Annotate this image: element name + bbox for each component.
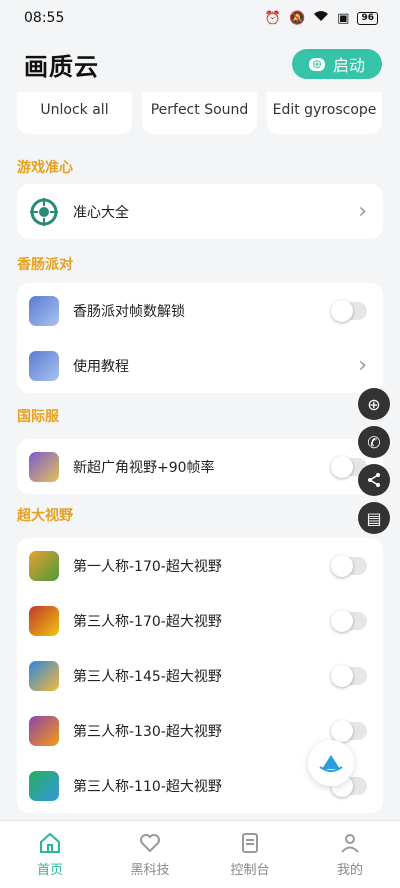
game-avatar-icon [29, 715, 59, 746]
feature-row: Unlock all Perfect Sound Edit gyroscope [0, 92, 400, 134]
screen-icon: ▣ [337, 10, 350, 26]
crosshair-icon [29, 197, 59, 227]
card-crosshair: 准心大全 › [17, 184, 383, 239]
tab-mine[interactable]: 我的 [300, 821, 400, 888]
wifi-icon [313, 10, 329, 26]
section-title-crosshair: 游戏准心 [17, 160, 73, 176]
game-avatar-icon [29, 550, 59, 581]
feature-edit-gyroscope[interactable]: Edit gyroscope [267, 92, 382, 134]
game-avatar-icon [29, 605, 59, 636]
section-title-international: 国际服 [17, 409, 59, 425]
main-content[interactable]: Unlock all Perfect Sound Edit gyroscope … [0, 92, 400, 820]
app-title: 画质云 [24, 52, 99, 81]
tab-label: 首页 [36, 863, 63, 878]
row-fov-1[interactable]: 第一人称-170-超大视野 [17, 538, 383, 593]
user-icon [341, 834, 359, 853]
row-label: 使用教程 [73, 358, 129, 375]
section-title-wide-view: 超大视野 [17, 508, 73, 524]
row-label: 第三人称-170-超大视野 [73, 613, 222, 630]
row-label: 第三人称-145-超大视野 [73, 668, 222, 685]
tab-label: 黑科技 [130, 863, 170, 878]
row-label: 第一人称-170-超大视野 [73, 558, 222, 575]
feature-perfect-sound[interactable]: Perfect Sound [142, 92, 257, 134]
row-label: 香肠派对帧数解锁 [73, 303, 185, 320]
tab-console[interactable]: 控制台 [200, 821, 300, 888]
toggle-switch[interactable] [331, 299, 367, 322]
status-icons: ⏰ 🔕 ▣ 96 [265, 10, 378, 26]
tab-label: 控制台 [230, 863, 270, 878]
gamepad-icon: ⊕ [308, 57, 326, 71]
document-icon [242, 833, 258, 853]
feature-unlock-all[interactable]: Unlock all [17, 92, 132, 134]
row-crosshair-collection[interactable]: 准心大全 › [17, 184, 383, 239]
row-fps-unlock[interactable]: 香肠派对帧数解锁 [17, 283, 383, 338]
card-international: 新超广角视野+90帧率 [17, 439, 383, 494]
tab-label: 我的 [336, 863, 363, 878]
row-tutorial[interactable]: 使用教程 › [17, 338, 383, 393]
row-label: 第三人称-110-超大视野 [73, 778, 222, 795]
store-icon[interactable]: ▤ [358, 502, 390, 534]
chevron-right-icon: › [358, 352, 367, 378]
app-header: 画质云 ⊕ 启动 [0, 36, 400, 92]
share-icon[interactable] [358, 464, 390, 496]
toggle-switch[interactable] [331, 609, 367, 632]
shield-plus-icon[interactable]: ⊕ [358, 388, 390, 420]
phone-icon[interactable]: ✆ [358, 426, 390, 458]
row-label: 第三人称-130-超大视野 [73, 723, 222, 740]
tab-black-tech[interactable]: 黑科技 [100, 821, 200, 888]
floating-action-column: ⊕ ✆ ▤ [358, 388, 390, 534]
battery-icon: 96 [357, 11, 378, 25]
game-avatar-icon [29, 451, 59, 482]
toggle-switch[interactable] [331, 664, 367, 687]
toggle-switch[interactable] [331, 554, 367, 577]
status-bar: 08:55 ⏰ 🔕 ▣ 96 [0, 0, 400, 36]
chevron-right-icon: › [358, 198, 367, 224]
game-avatar-icon [29, 350, 59, 381]
floating-cloud-logo-icon[interactable] [308, 740, 354, 786]
row-label: 准心大全 [73, 204, 129, 221]
game-avatar-icon [29, 660, 59, 691]
card-sausage-party: 香肠派对帧数解锁 使用教程 › [17, 283, 383, 393]
game-avatar-icon [29, 295, 59, 326]
row-fov-2[interactable]: 第三人称-170-超大视野 [17, 593, 383, 648]
launch-label: 启动 [333, 56, 366, 75]
status-time: 08:55 [24, 10, 65, 26]
home-icon [40, 832, 60, 853]
tab-home[interactable]: 首页 [0, 821, 100, 888]
section-title-sausage-party: 香肠派对 [17, 257, 73, 273]
toggle-switch[interactable] [331, 719, 367, 742]
launch-button[interactable]: ⊕ 启动 [292, 49, 382, 79]
row-wide-angle-90fps[interactable]: 新超广角视野+90帧率 [17, 439, 383, 494]
alarm-icon: ⏰ [264, 10, 281, 26]
row-label: 新超广角视野+90帧率 [73, 459, 215, 476]
row-fov-3[interactable]: 第三人称-145-超大视野 [17, 648, 383, 703]
game-avatar-icon [29, 770, 59, 801]
heart-icon [140, 834, 160, 853]
bottom-tab-bar: 首页 黑科技 控制台 我的 [0, 820, 400, 888]
mute-icon: 🔕 [288, 10, 306, 26]
